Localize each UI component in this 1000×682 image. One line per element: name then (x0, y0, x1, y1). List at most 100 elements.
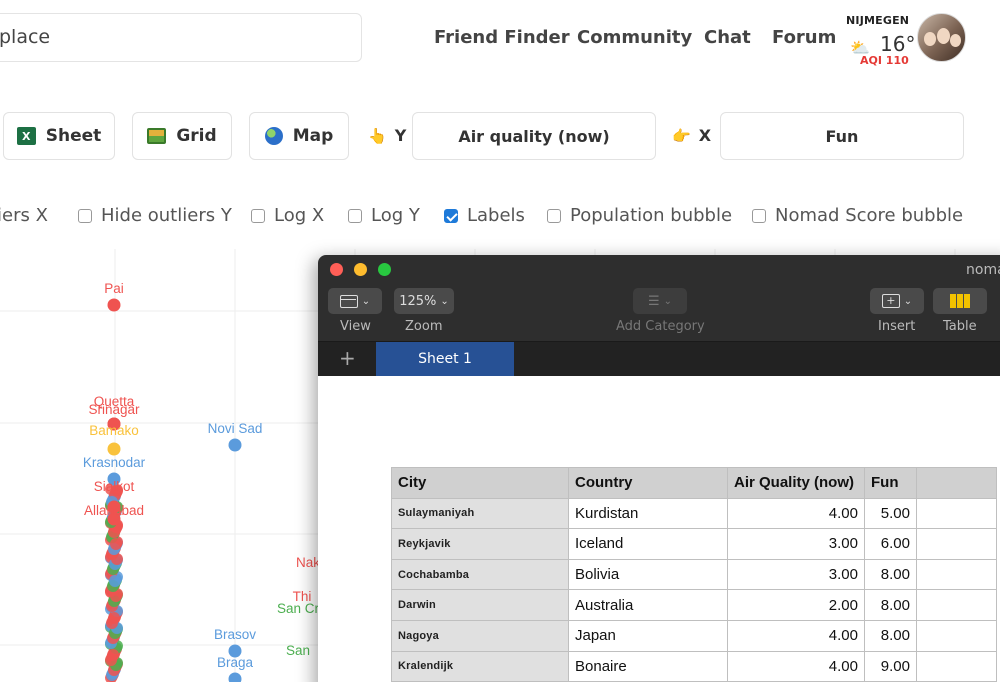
sheet-view-button[interactable]: X Sheet (3, 112, 115, 160)
log-x-checkbox[interactable]: Log X (251, 205, 324, 226)
table-cell[interactable]: Bolivia (568, 558, 728, 591)
nav-friend-finder[interactable]: Friend Finder (434, 27, 570, 48)
table-row[interactable]: Darwin Australia 2.00 8.00 (391, 589, 997, 621)
table-row[interactable]: Reykjavik Iceland 3.00 6.00 (391, 528, 997, 560)
table-cell[interactable]: 2.00 (727, 589, 865, 621)
table-cell[interactable]: 3.00 (727, 558, 865, 591)
table-cell[interactable] (916, 619, 997, 652)
table-cell[interactable]: 5.00 (864, 497, 917, 530)
table-cell[interactable]: 9.00 (864, 650, 917, 682)
table-cell[interactable]: Iceland (568, 528, 728, 560)
table-cell[interactable] (916, 589, 997, 621)
insert-button[interactable]: + ⌄ (870, 288, 924, 314)
column-header[interactable]: Fun (864, 467, 917, 499)
tab-sheet-1[interactable]: Sheet 1 (376, 342, 514, 376)
table-cell[interactable]: Reykjavik (391, 528, 569, 560)
chart-point[interactable] (228, 672, 242, 682)
table-cell[interactable]: Australia (568, 589, 728, 621)
table-cell[interactable]: 4.00 (727, 497, 865, 530)
column-header[interactable]: Air Quality (now) (727, 467, 865, 499)
table-row[interactable]: Kralendijk Bonaire 4.00 9.00 (391, 650, 997, 682)
picture-icon (147, 128, 167, 144)
weather-widget[interactable]: NIJMEGEN ⛅ 16° AQI 110 (846, 14, 916, 67)
chart-point-label: Novi Sad (208, 421, 263, 436)
chart-point-label: Allahabad (84, 503, 144, 518)
table-icon (950, 294, 970, 308)
table-cell[interactable]: 4.00 (727, 619, 865, 652)
nav-chat[interactable]: Chat (704, 27, 751, 48)
table-header-row: City Country Air Quality (now) Fun (391, 467, 997, 499)
close-button[interactable] (330, 263, 343, 276)
x-axis-select[interactable]: Fun (720, 112, 964, 160)
chart-point[interactable] (228, 438, 242, 452)
chart-point[interactable] (107, 298, 121, 312)
table-row[interactable]: Cochabamba Bolivia 3.00 8.00 (391, 558, 997, 591)
table-label: Table (943, 319, 977, 334)
chart-point[interactable] (107, 442, 121, 456)
table-cell[interactable]: Cochabamba (391, 558, 569, 591)
labels-checkbox[interactable]: Labels (444, 205, 525, 226)
pointing-right-icon: 👉 (672, 126, 691, 145)
table-cell[interactable]: Kurdistan (568, 497, 728, 530)
chevron-down-icon: ⌄ (903, 295, 913, 307)
search-input[interactable]: place (0, 13, 362, 62)
view-menu-button[interactable]: ⌄ (328, 288, 382, 314)
table-cell[interactable] (916, 558, 997, 591)
sheet-canvas[interactable]: City Country Air Quality (now) Fun Sulay… (318, 376, 1000, 682)
x-axis-label: 👉 X (672, 126, 712, 145)
chart-point-label: Krasnodar (83, 455, 146, 470)
chart-point-label: Thi (293, 589, 312, 604)
y-axis-select[interactable]: Air quality (now) (412, 112, 656, 160)
table-cell[interactable] (916, 497, 997, 530)
population-bubble-checkbox[interactable]: Population bubble (547, 205, 732, 226)
table-cell[interactable]: Nagoya (391, 619, 569, 652)
table-button[interactable] (933, 288, 987, 314)
table-cell[interactable]: 3.00 (727, 528, 865, 560)
column-header[interactable] (916, 467, 997, 499)
excel-icon: X (16, 127, 36, 145)
chart-point[interactable] (109, 575, 121, 587)
chart-point[interactable] (107, 649, 119, 661)
nomad-score-bubble-checkbox[interactable]: Nomad Score bubble (752, 205, 963, 226)
table-cell[interactable]: 4.00 (727, 650, 865, 682)
zoom-select[interactable]: 125% ⌄ (394, 288, 454, 314)
view-label: View (340, 319, 371, 334)
globe-icon (264, 127, 283, 145)
column-header[interactable]: Country (568, 467, 728, 499)
table-row[interactable]: Nagoya Japan 4.00 8.00 (391, 619, 997, 652)
nav-forum[interactable]: Forum (772, 27, 836, 48)
map-view-button[interactable]: Map (249, 112, 349, 160)
table-cell[interactable]: Kralendijk (391, 650, 569, 682)
chart-point[interactable] (110, 538, 122, 550)
chart-point-label: Srinagar (88, 402, 140, 417)
grid-view-button[interactable]: Grid (132, 112, 232, 160)
table-cell[interactable]: 8.00 (864, 589, 917, 621)
y-axis-label: 👆 Y (368, 126, 407, 145)
chart-point-label: Sialkot (94, 479, 135, 494)
insert-label: Insert (878, 319, 916, 334)
table-cell[interactable] (916, 650, 997, 682)
table-cell[interactable]: 8.00 (864, 619, 917, 652)
numbers-window[interactable]: noma ⌄ View 125% ⌄ Zoom ☰ ⌄ Add Category… (318, 255, 1000, 682)
minimize-button[interactable] (354, 263, 367, 276)
add-category-button[interactable]: ☰ ⌄ (633, 288, 687, 314)
table-cell[interactable] (916, 528, 997, 560)
table-row[interactable]: Sulaymaniyah Kurdistan 4.00 5.00 (391, 497, 997, 530)
table-cell[interactable]: 6.00 (864, 528, 917, 560)
table-cell[interactable]: Sulaymaniyah (391, 497, 569, 530)
avatar[interactable] (917, 13, 966, 62)
nav-community[interactable]: Community (577, 27, 692, 48)
data-table[interactable]: City Country Air Quality (now) Fun Sulay… (391, 467, 997, 682)
column-header[interactable]: City (391, 467, 569, 499)
add-sheet-icon[interactable]: + (339, 346, 356, 370)
table-cell[interactable]: 8.00 (864, 558, 917, 591)
chart-point[interactable] (108, 612, 120, 624)
hide-outliers-y-checkbox[interactable]: Hide outliers Y (78, 205, 232, 226)
table-cell[interactable]: Japan (568, 619, 728, 652)
table-cell[interactable]: Bonaire (568, 650, 728, 682)
table-cell[interactable]: Darwin (391, 589, 569, 621)
zoom-window-button[interactable] (378, 263, 391, 276)
hide-outliers-x-checkbox[interactable]: liers X (0, 205, 48, 226)
log-y-checkbox[interactable]: Log Y (348, 205, 420, 226)
chart-point-label: Braga (217, 655, 254, 670)
